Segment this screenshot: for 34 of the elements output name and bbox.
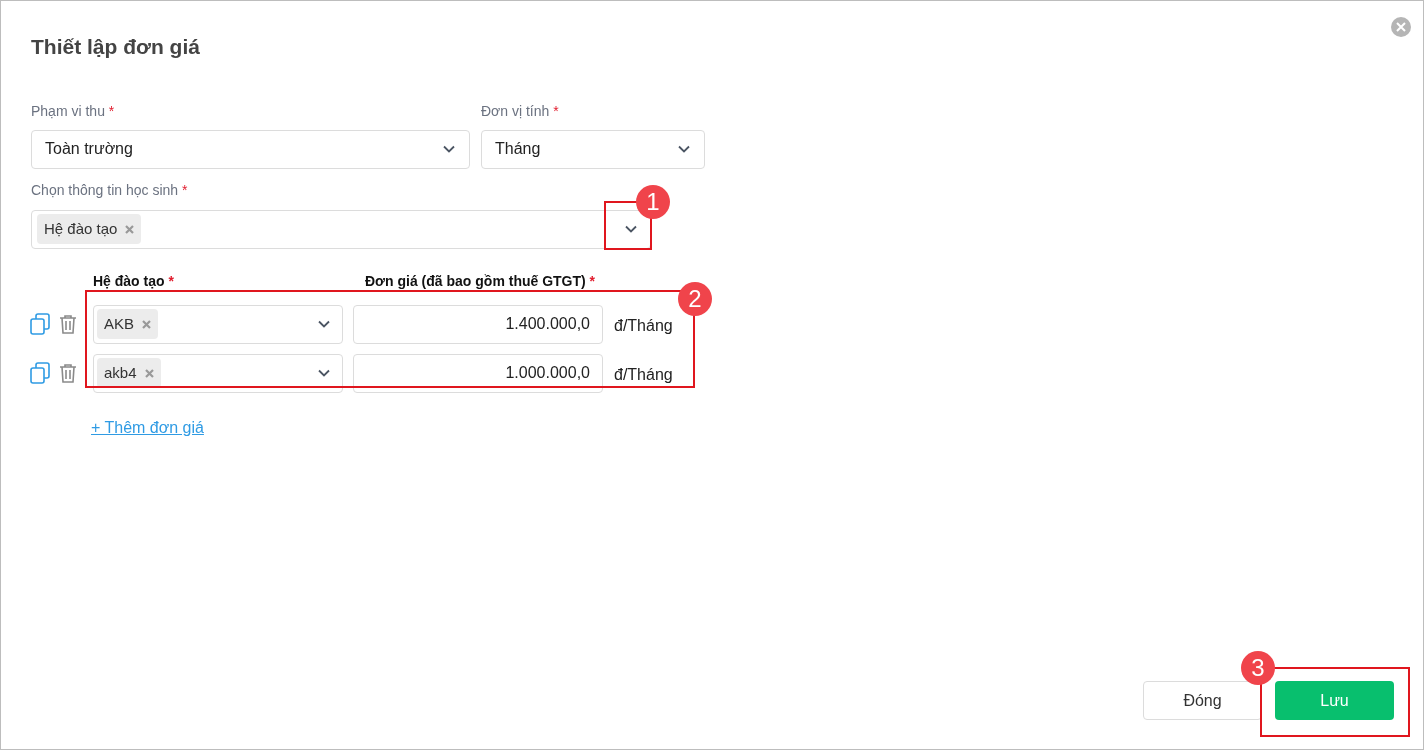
chevron-down-icon	[318, 369, 330, 377]
callout-badge: 3	[1241, 651, 1275, 685]
price-input[interactable]: 1.000.000,0	[353, 353, 603, 393]
close-button[interactable]: Đóng	[1143, 681, 1262, 720]
close-icon[interactable]	[1391, 17, 1411, 37]
field-label: Đơn vị tính *	[481, 101, 560, 121]
remove-icon[interactable]	[144, 368, 154, 378]
chevron-down-icon	[443, 145, 455, 153]
tag-chip: akb4	[97, 358, 161, 388]
remove-icon[interactable]	[125, 224, 135, 234]
chevron-down-icon	[318, 320, 330, 328]
unit-label: đ/Tháng	[614, 316, 673, 336]
callout-badge: 1	[636, 185, 670, 219]
trash-icon[interactable]	[59, 363, 77, 383]
select-field[interactable]: akb4	[93, 353, 343, 393]
callout-badge: 2	[678, 282, 712, 316]
copy-icon[interactable]	[30, 313, 50, 335]
tag-chip: Hệ đào tạo	[37, 214, 142, 244]
trash-icon[interactable]	[59, 314, 77, 334]
select-field[interactable]: AKB	[93, 304, 343, 344]
price-input[interactable]: 1.400.000,0	[353, 304, 603, 344]
chevron-down-icon	[678, 145, 690, 153]
dialog-title: Thiết lập đơn giá	[31, 34, 200, 60]
field-label: Hệ đào tạo *	[93, 271, 175, 291]
field-label: Phạm vi thu *	[31, 101, 116, 121]
copy-icon[interactable]	[30, 362, 50, 384]
tag-chip: AKB	[97, 309, 158, 339]
select-field[interactable]: Toàn trường	[31, 129, 470, 169]
field-label: Chọn thông tin học sinh *	[31, 180, 189, 200]
select-field[interactable]: Tháng	[481, 129, 705, 169]
chevron-down-icon	[625, 225, 637, 233]
field-label: Đơn giá (đã bao gồm thuế GTGT) *	[365, 271, 596, 291]
remove-icon[interactable]	[142, 319, 151, 329]
unit-label: đ/Tháng	[614, 365, 673, 385]
